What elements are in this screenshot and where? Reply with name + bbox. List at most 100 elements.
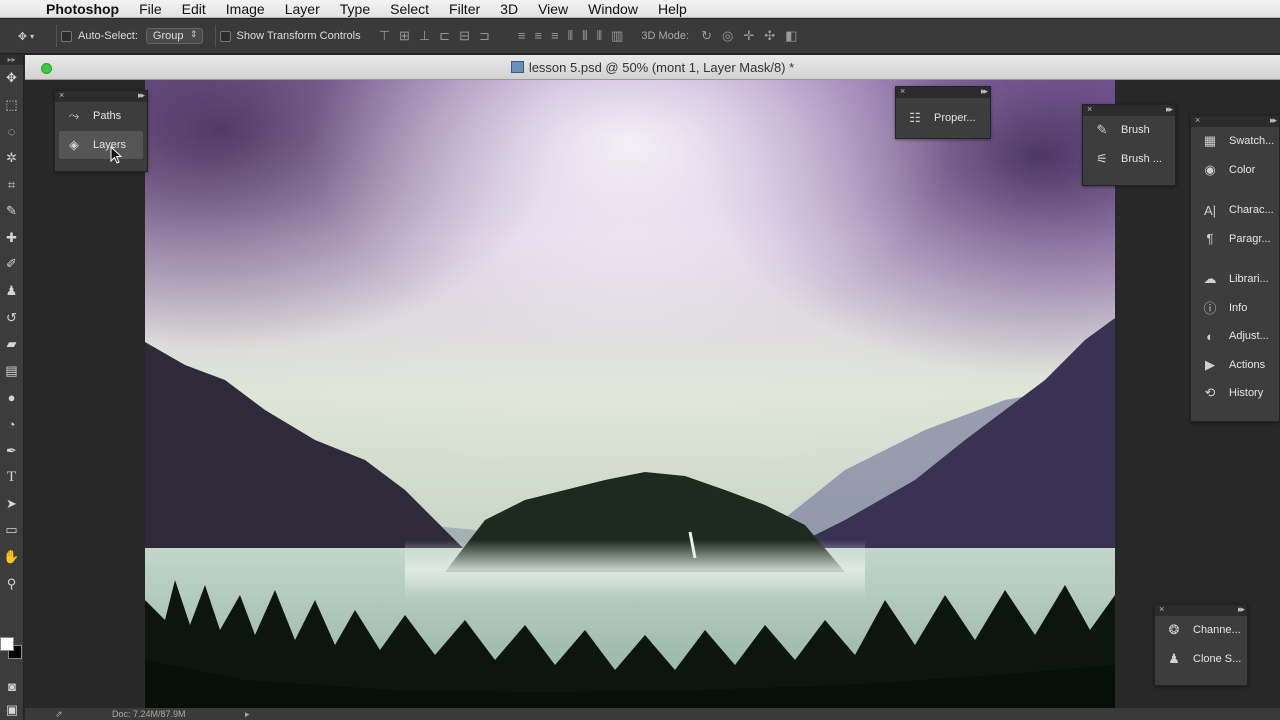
distribute-hcenter-icon[interactable]: ⫴ (582, 28, 587, 44)
distribute-left-icon[interactable]: ⫴ (568, 28, 573, 44)
panel-tab-channels[interactable]: ❂ Channe... (1155, 616, 1247, 645)
distribute-top-icon[interactable]: ≡ (518, 28, 526, 44)
distribute-right-icon[interactable]: ⫴ (597, 28, 602, 44)
panel-tab-paragraph[interactable]: ¶ Paragr... (1191, 225, 1279, 254)
tools-panel-collapse-icon[interactable]: ▸▸ (0, 55, 23, 65)
panel-tab-paths[interactable]: ⤳ Paths (55, 102, 147, 131)
panel-header[interactable]: × ▸▸ (1191, 115, 1279, 127)
move-tool-icon[interactable]: ✥ (0, 65, 23, 92)
transform-controls-checkbox[interactable] (219, 30, 231, 42)
eyedropper-tool-icon[interactable]: ✎ (0, 198, 23, 225)
panel-tab-clone-source[interactable]: ♟ Clone S... (1155, 645, 1247, 674)
auto-select-checkbox[interactable] (61, 30, 72, 42)
panel-tab-brush-presets[interactable]: ⚟ Brush ... (1083, 145, 1175, 174)
panel-tab-brush[interactable]: ✎ Brush (1083, 116, 1175, 145)
align-top-icon[interactable]: ⊤ (379, 28, 390, 44)
panel-tab-libraries[interactable]: ☁ Librari... (1191, 265, 1279, 294)
panel-tab-character[interactable]: A| Charac... (1191, 196, 1279, 225)
3d-roll-icon[interactable]: ◎ (722, 28, 733, 44)
window-zoom-button[interactable] (41, 63, 52, 74)
options-bar: ✥ ▾ Auto-Select: Group Show Transform Co… (0, 19, 1280, 54)
expand-panels-icon[interactable]: ▸▸ (1166, 104, 1173, 115)
align-left-icon[interactable]: ⊏ (439, 28, 450, 44)
marquee-tool-icon[interactable]: ⬚ (0, 92, 23, 119)
blur-tool-icon[interactable]: ● (0, 384, 23, 411)
gradient-tool-icon[interactable]: ▤ (0, 358, 23, 385)
panel-tab-color[interactable]: ◉ Color (1191, 156, 1279, 185)
zoom-tool-icon[interactable]: ⚲ (0, 570, 23, 597)
menu-image[interactable]: Image (216, 0, 275, 18)
path-selection-tool-icon[interactable]: ➤ (0, 491, 23, 518)
screen-mode-icon[interactable]: ▣ (0, 697, 24, 720)
panel-tab-layers[interactable]: ◈ Layers (59, 130, 143, 159)
clone-stamp-tool-icon[interactable]: ♟ (0, 278, 23, 305)
healing-brush-tool-icon[interactable]: ✚ (0, 225, 23, 252)
panel-header[interactable]: × ▸▸ (55, 90, 147, 102)
share-icon[interactable]: ⇗ (55, 709, 63, 720)
pen-tool-icon[interactable]: ✒ (0, 437, 23, 464)
distribute-vcenter-icon[interactable]: ≡ (534, 28, 542, 44)
align-bottom-icon[interactable]: ⊥ (419, 28, 430, 44)
document-title-bar[interactable]: lesson 5.psd @ 50% (mont 1, Layer Mask/8… (25, 55, 1280, 80)
expand-panels-icon[interactable]: ▸▸ (981, 86, 988, 97)
menu-filter[interactable]: Filter (439, 0, 490, 18)
close-icon[interactable]: × (1195, 115, 1200, 125)
close-icon[interactable]: × (1087, 104, 1092, 114)
lasso-tool-icon[interactable]: ◌ (0, 118, 23, 145)
auto-align-icon[interactable]: ▥ (611, 28, 623, 44)
panel-tab-history[interactable]: ⟲ History (1191, 379, 1279, 408)
panel-tab-properties[interactable]: ☷ Proper... (896, 98, 990, 138)
3d-slide-icon[interactable]: ✣ (764, 28, 775, 44)
doc-size-info[interactable]: Doc: 7.24M/87.9M (112, 709, 186, 719)
paths-icon: ⤳ (68, 108, 80, 124)
menu-window[interactable]: Window (578, 0, 648, 18)
auto-select-dropdown[interactable]: Group (145, 28, 203, 44)
panel-tab-label: Brush (1121, 124, 1150, 137)
menu-edit[interactable]: Edit (172, 0, 216, 18)
menu-file[interactable]: File (129, 0, 172, 18)
panel-tab-info[interactable]: ⓘ Info (1191, 294, 1279, 323)
panel-tab-swatches[interactable]: ▦ Swatch... (1191, 127, 1279, 156)
3d-orbit-icon[interactable]: ↻ (701, 28, 712, 44)
foreground-color-swatch[interactable] (0, 637, 14, 651)
menu-layer[interactable]: Layer (275, 0, 330, 18)
panel-tab-adjustments[interactable]: ◐ Adjust... (1191, 322, 1279, 351)
status-menu-arrow-icon[interactable]: ▸ (245, 709, 250, 720)
panel-tab-actions[interactable]: ▶ Actions (1191, 351, 1279, 380)
quick-selection-tool-icon[interactable]: ✲ (0, 145, 23, 172)
rectangle-tool-icon[interactable]: ▭ (0, 517, 23, 544)
align-vcenter-icon[interactable]: ⊞ (399, 28, 410, 44)
expand-panels-icon[interactable]: ▸▸ (138, 90, 145, 101)
auto-select-label: Auto-Select: (78, 30, 138, 42)
menu-type[interactable]: Type (330, 0, 380, 18)
distribute-bottom-icon[interactable]: ≡ (551, 28, 559, 44)
panel-header[interactable]: × ▸▸ (1155, 604, 1247, 616)
menu-select[interactable]: Select (380, 0, 439, 18)
type-tool-icon[interactable]: T (0, 464, 23, 491)
expand-panels-icon[interactable]: ▸▸ (1238, 604, 1245, 615)
move-tool-preset-picker[interactable]: ✥ ▾ (0, 30, 52, 43)
menu-app-name[interactable]: Photoshop (40, 0, 129, 18)
panel-header[interactable]: × ▸▸ (1083, 104, 1175, 116)
panel-group-separator (1191, 253, 1279, 265)
close-icon[interactable]: × (59, 90, 64, 100)
quick-mask-icon[interactable]: ◙ (0, 673, 24, 700)
brush-tool-icon[interactable]: ✐ (0, 251, 23, 278)
menu-help[interactable]: Help (648, 0, 697, 18)
eraser-tool-icon[interactable]: ▰ (0, 331, 23, 358)
align-hcenter-icon[interactable]: ⊟ (459, 28, 470, 44)
expand-panels-icon[interactable]: ▸▸ (1270, 115, 1277, 126)
close-icon[interactable]: × (1159, 604, 1164, 614)
canvas-image[interactable] (145, 80, 1115, 708)
crop-tool-icon[interactable]: ⌗ (0, 171, 23, 198)
hand-tool-icon[interactable]: ✋ (0, 544, 23, 571)
dodge-tool-icon[interactable]: ◔ (0, 411, 23, 438)
menu-view[interactable]: View (528, 0, 578, 18)
panel-header[interactable]: × ▸▸ (896, 86, 990, 98)
menu-3d[interactable]: 3D (490, 0, 528, 18)
3d-pan-icon[interactable]: ✛ (743, 28, 754, 44)
align-right-icon[interactable]: ⊐ (479, 28, 490, 44)
history-brush-tool-icon[interactable]: ↺ (0, 304, 23, 331)
3d-scale-icon[interactable]: ◧ (785, 28, 797, 44)
close-icon[interactable]: × (900, 86, 905, 96)
